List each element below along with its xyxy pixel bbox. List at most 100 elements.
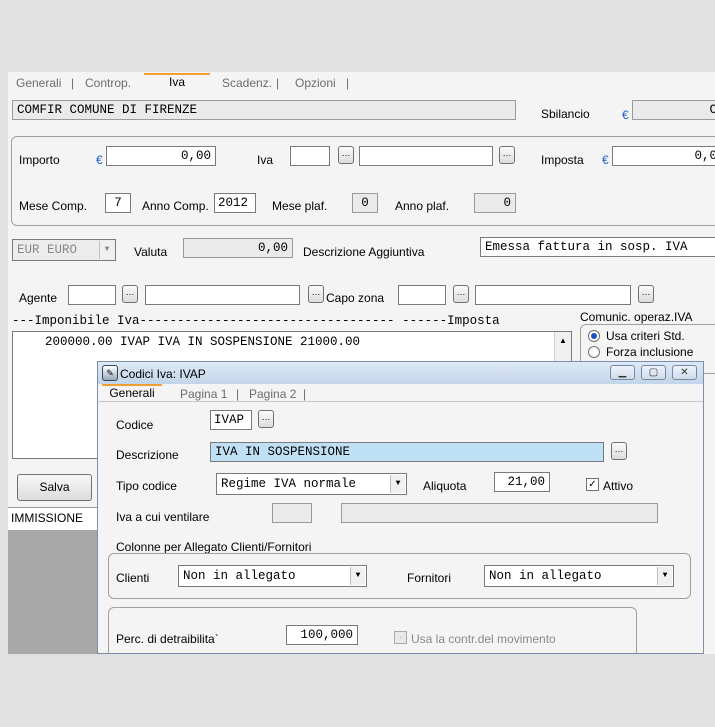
usa-criteri-radio[interactable] xyxy=(588,330,600,342)
usa-contr-checkbox[interactable]: · xyxy=(394,631,407,644)
euro-icon: € xyxy=(602,153,609,167)
ventilare-label: Iva a cui ventilare xyxy=(116,510,210,524)
ventilare-descr-field xyxy=(341,503,658,523)
list-item[interactable]: 200000.00 IVAP IVA IN SOSPENSIONE 21000.… xyxy=(45,335,360,349)
perc-detraibilita-label: Perc. di detraibilita` xyxy=(116,632,219,646)
sbilancio-field: C xyxy=(632,100,715,120)
lower-panel xyxy=(8,530,98,654)
importo-label: Importo xyxy=(19,153,60,167)
ellipsis-icon: … xyxy=(641,287,651,297)
ellipsis-icon: … xyxy=(311,287,321,297)
descrizione-lookup-button[interactable]: … xyxy=(611,442,627,460)
aliquota-input[interactable]: 21,00 xyxy=(494,472,550,492)
tipo-codice-label: Tipo codice xyxy=(116,479,177,493)
tab-controp[interactable]: Controp. xyxy=(85,76,131,90)
capo-zona-code-input[interactable] xyxy=(398,285,446,305)
dialog-title: Codici Iva: IVAP xyxy=(120,367,206,381)
descr-aggiuntiva-input[interactable]: Emessa fattura in sosp. IVA xyxy=(480,237,715,257)
close-icon[interactable]: ✕ xyxy=(672,365,697,380)
forza-inclusione-radio[interactable] xyxy=(588,346,600,358)
ellipsis-icon: … xyxy=(456,287,466,297)
tab-scadenz[interactable]: Scadenz. xyxy=(222,76,272,90)
ellipsis-icon: … xyxy=(125,287,135,297)
clienti-label: Clienti xyxy=(116,571,150,585)
detraibilita-group xyxy=(108,607,637,653)
dropdown-arrow-icon: ▼ xyxy=(657,567,672,585)
dropdown-arrow-icon: ▼ xyxy=(390,475,405,493)
capo-zona-label: Capo zona xyxy=(326,291,385,305)
dialog-titlebar[interactable]: ✎ Codici Iva: IVAP ▁ ▢ ✕ xyxy=(98,362,703,384)
descrizione-input[interactable]: IVA IN SOSPENSIONE xyxy=(210,442,604,462)
valuta-field: 0,00 xyxy=(183,238,293,258)
capo-zona-descr-input[interactable] xyxy=(475,285,631,305)
ellipsis-icon: … xyxy=(341,148,351,158)
usa-contr-label: Usa la contr.del movimento xyxy=(411,632,556,646)
mese-comp-label: Mese Comp. xyxy=(19,199,88,213)
iva-descr-input[interactable] xyxy=(359,146,493,166)
agente-lookup-button[interactable]: … xyxy=(122,285,138,303)
ellipsis-icon: … xyxy=(614,444,624,454)
agente-label: Agente xyxy=(19,291,58,305)
tab-opzioni[interactable]: Opzioni xyxy=(295,76,336,90)
tipo-codice-select[interactable]: Regime IVA normale ▼ xyxy=(216,473,407,495)
capo-zona-lookup-button[interactable]: … xyxy=(453,285,469,303)
ditta-field: COMFIR COMUNE DI FIRENZE xyxy=(12,100,516,120)
imposta-label: Imposta xyxy=(541,153,584,167)
anno-plaf-field: 0 xyxy=(474,193,516,213)
mese-plaf-field: 0 xyxy=(352,193,378,213)
dropdown-arrow-icon: ▼ xyxy=(99,241,114,259)
imposta-input[interactable]: 0,0 xyxy=(612,146,715,166)
anno-comp-label: Anno Comp. xyxy=(142,199,209,213)
agente-descr-lookup-button[interactable]: … xyxy=(308,285,324,303)
ellipsis-icon: … xyxy=(502,148,512,158)
codici-iva-dialog: ✎ Codici Iva: IVAP ▁ ▢ ✕ Generali Pagina… xyxy=(97,361,704,654)
dialog-tab-divider xyxy=(98,401,703,402)
iva-code-input[interactable] xyxy=(290,146,330,166)
dialog-tab-pagina1[interactable]: Pagina 1 xyxy=(180,387,227,401)
tab-generali[interactable]: Generali xyxy=(16,76,61,90)
anno-comp-input[interactable]: 2012 xyxy=(214,193,256,213)
codice-label: Codice xyxy=(116,418,154,432)
salva-button[interactable]: Salva xyxy=(17,474,92,501)
attivo-checkbox[interactable]: ✓ xyxy=(586,478,599,491)
status-immissione: IMMISSIONE xyxy=(8,507,101,531)
usa-criteri-label: Usa criteri Std. xyxy=(606,329,685,343)
fornitori-label: Fornitori xyxy=(407,571,452,585)
mese-comp-input[interactable]: 7 xyxy=(105,193,131,213)
ellipsis-icon: … xyxy=(261,412,271,422)
currency-select[interactable]: EUR EURO ▼ xyxy=(12,239,116,261)
iva-descr-lookup-button[interactable]: … xyxy=(499,146,515,164)
agente-code-input[interactable] xyxy=(68,285,116,305)
mese-plaf-label: Mese plaf. xyxy=(272,199,328,213)
fornitori-select[interactable]: Non in allegato ▼ xyxy=(484,565,674,587)
agente-descr-input[interactable] xyxy=(145,285,300,305)
dialog-tab-generali[interactable]: Generali xyxy=(102,384,162,402)
valuta-label: Valuta xyxy=(134,245,168,259)
codice-lookup-button[interactable]: … xyxy=(258,410,274,428)
codice-input[interactable]: IVAP xyxy=(210,410,252,430)
iva-lookup-button[interactable]: … xyxy=(338,146,354,164)
dialog-app-icon: ✎ xyxy=(102,365,118,381)
tab-bar: Generali | Controp. Iva Scadenz. | Opzio… xyxy=(8,72,715,95)
imponibile-header: ---Imponibile Iva-----------------------… xyxy=(12,314,500,328)
euro-icon: € xyxy=(96,153,103,167)
aliquota-label: Aliquota xyxy=(423,479,467,493)
attivo-label: Attivo xyxy=(603,479,634,493)
minimize-icon[interactable]: ▁ xyxy=(610,365,635,380)
sbilancio-label: Sbilancio xyxy=(541,107,590,121)
dialog-tab-pagina2[interactable]: Pagina 2 xyxy=(249,387,296,401)
perc-detraibilita-input[interactable]: 100,000 xyxy=(286,625,358,645)
clienti-select[interactable]: Non in allegato ▼ xyxy=(178,565,367,587)
iva-label: Iva xyxy=(257,153,274,167)
importo-input[interactable]: 0,00 xyxy=(106,146,216,166)
euro-icon: € xyxy=(622,108,629,122)
scroll-up-icon[interactable]: ▲ xyxy=(555,336,571,345)
comunic-title: Comunic. operaz.IVA xyxy=(580,310,693,324)
capo-zona-descr-lookup-button[interactable]: … xyxy=(638,285,654,303)
tab-iva[interactable]: Iva xyxy=(144,73,210,95)
colonne-title: Colonne per Allegato Clienti/Fornitori xyxy=(116,540,312,554)
anno-plaf-label: Anno plaf. xyxy=(395,199,450,213)
maximize-icon[interactable]: ▢ xyxy=(641,365,666,380)
ventilare-code-field xyxy=(272,503,312,523)
forza-inclusione-label: Forza inclusione xyxy=(606,345,694,359)
